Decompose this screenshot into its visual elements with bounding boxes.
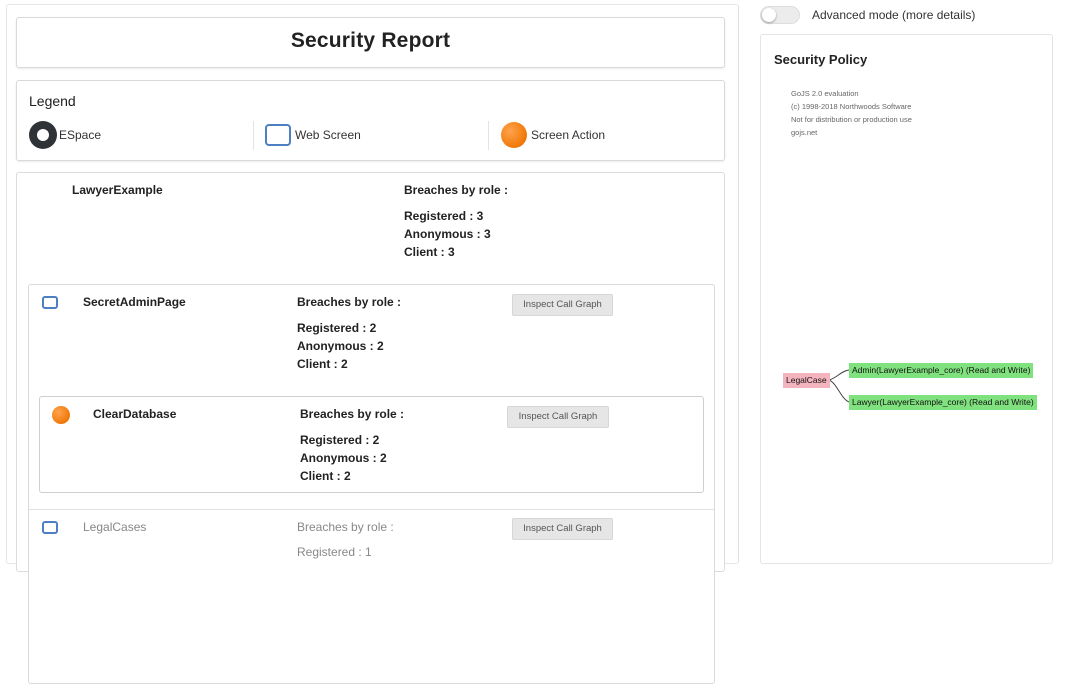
breach-anonymous: Anonymous : 3 [404,227,491,241]
diagram-node-target[interactable]: Lawyer(LawyerExample_core) (Read and Wri… [849,395,1037,410]
legend-item-screen-action: Screen Action [501,121,605,149]
diagram-node-target[interactable]: Admin(LawyerExample_core) (Read and Writ… [849,363,1034,378]
legend-label: ESpace [59,128,102,142]
diagram-node-source[interactable]: LegalCase [783,373,830,388]
breaches-title: Breaches by role : [297,295,402,309]
diagram-link [828,379,850,403]
inspect-call-graph-button[interactable]: Inspect Call Graph [512,294,613,316]
action-node-card: ClearDatabase Breaches by role : Registe… [39,396,704,493]
breach-anonymous: Anonymous : 2 [300,451,387,465]
breach-registered: Registered : 3 [404,209,484,223]
web-screen-icon [42,521,58,534]
breach-client: Client : 3 [404,245,455,259]
advanced-mode-toggle[interactable] [760,6,800,24]
espace-node-card: LawyerExample Breaches by role : Registe… [16,172,725,684]
breach-registered: Registered : 2 [297,321,377,335]
screen-action-icon [52,406,70,424]
page-title: Security Report [290,29,451,52]
breach-registered: Registered : 1 [297,545,372,559]
title-card: Security Report [16,17,725,68]
legend-title: Legend [29,93,76,109]
legend-card: Legend ESpace Web Screen Screen Action [16,80,725,161]
screen-name: LegalCases [83,520,147,534]
diagram-link [828,369,850,381]
breaches-title: Breaches by role : [404,183,509,197]
espace-name: LawyerExample [72,183,163,197]
row-divider [29,509,714,510]
security-policy-card: Security Policy GoJS 2.0 evaluation (c) … [760,34,1053,564]
espace-icon [29,121,57,149]
breach-anonymous: Anonymous : 2 [297,339,384,353]
breaches-title: Breaches by role : [297,520,394,534]
legend-label: Screen Action [531,128,606,142]
web-screen-icon [265,124,291,146]
breach-client: Client : 2 [300,469,351,483]
inspect-call-graph-button[interactable]: Inspect Call Graph [512,518,613,540]
advanced-mode-toggle-row: Advanced mode (more details) [760,5,975,25]
legend-label: Web Screen [295,128,361,142]
inspect-call-graph-button[interactable]: Inspect Call Graph [507,406,609,428]
screen-node-card: SecretAdminPage Breaches by role : Regis… [28,284,715,684]
legend-item-espace: ESpace [29,121,101,149]
breaches-title: Breaches by role : [300,407,405,421]
advanced-mode-label: Advanced mode (more details) [812,8,976,22]
breach-registered: Registered : 2 [300,433,380,447]
policy-diagram-links [828,367,854,405]
action-name: ClearDatabase [93,407,177,421]
breach-client: Client : 2 [297,357,348,371]
web-screen-icon [42,296,58,309]
screen-name: SecretAdminPage [83,295,186,309]
legend-divider [488,121,489,150]
screen-action-icon [501,122,527,148]
legend-item-web-screen: Web Screen [265,121,361,149]
legend-divider [253,121,254,150]
